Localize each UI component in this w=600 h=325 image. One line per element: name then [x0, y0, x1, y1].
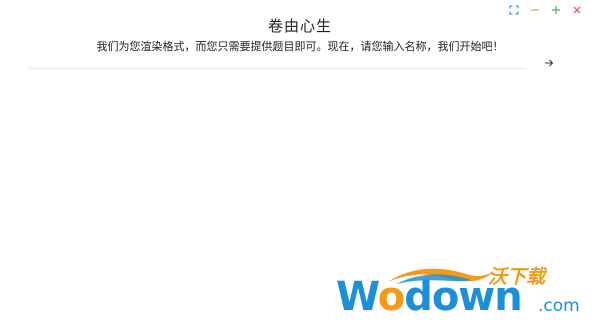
header: 卷由心生 我们为您渲染格式，而您只需要提供题目即可。现在，请您输入名称，我们开始… [0, 15, 600, 55]
name-row [30, 54, 570, 70]
watermark-logo: 沃下载 Wodown .com [336, 258, 600, 325]
app-subtitle: 我们为您渲染格式，而您只需要提供题目即可。现在，请您输入名称，我们开始吧！ [96, 40, 504, 53]
app-window: 卷由心生 我们为您渲染格式，而您只需要提供题目即可。现在，请您输入名称，我们开始… [0, 0, 600, 325]
watermark-letters-down: down [404, 274, 523, 320]
watermark-en-text: Wodown [336, 274, 523, 320]
start-button[interactable] [542, 56, 556, 70]
watermark-com-text: .com [538, 296, 580, 316]
watermark-letter-w: W [336, 274, 379, 320]
name-input[interactable] [30, 54, 526, 69]
watermark-letter-o: o [377, 274, 406, 320]
arrow-right-icon [545, 59, 554, 67]
app-title: 卷由心生 [267, 17, 332, 35]
